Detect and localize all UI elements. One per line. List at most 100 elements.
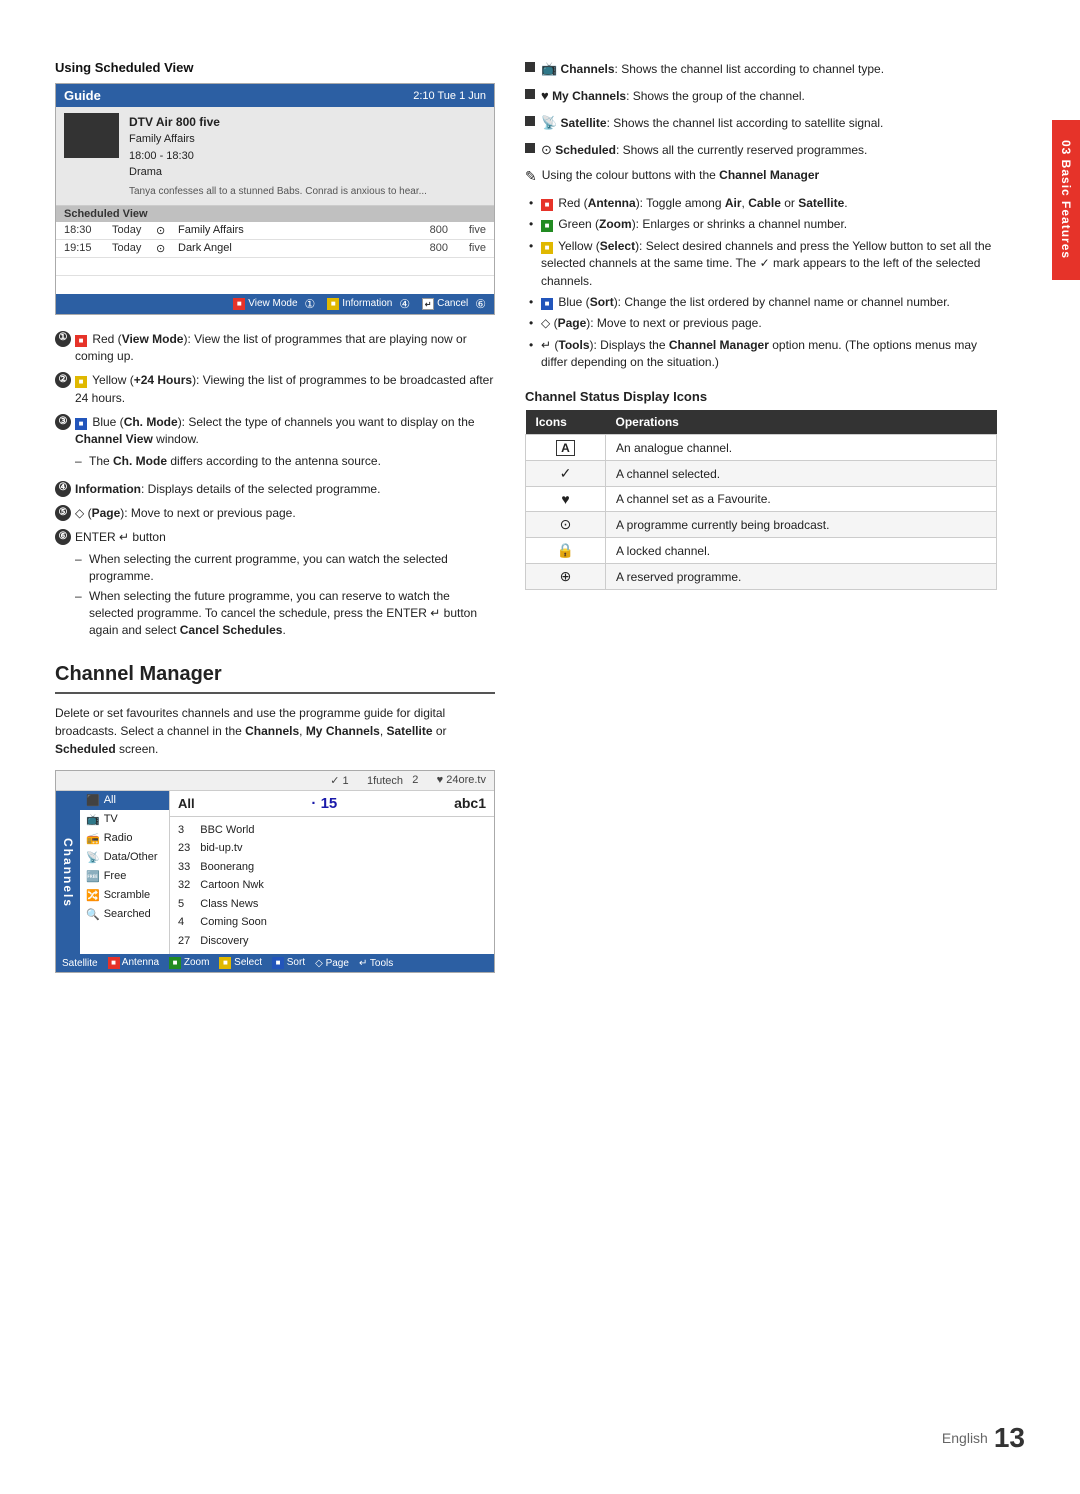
blue-icon-3: ■	[75, 418, 87, 430]
schedule-empty-row-2	[56, 276, 494, 294]
ch-num-3: 3	[178, 821, 190, 840]
scheduled-view-heading: Using Scheduled View	[55, 60, 495, 75]
right-bullet-satellite: 📡 Satellite: Shows the channel list acco…	[525, 114, 997, 133]
status-icon-3: ⊙	[526, 512, 606, 538]
ch-num-33: 33	[178, 858, 190, 877]
sidebar-tab: 03 Basic Features	[1052, 120, 1080, 280]
status-row-0: AAn analogue channel.	[526, 435, 997, 461]
note-line: ✎ Using the colour buttons with the Chan…	[525, 167, 997, 187]
satellite-label: Satellite	[62, 958, 98, 969]
free-label: Free	[104, 870, 127, 882]
searched-icon: 🔍	[86, 908, 100, 921]
prog-channel: DTV Air 800 five	[129, 113, 427, 131]
channels-num-col: 3 23 33 32 5 4 27	[178, 821, 190, 951]
bullet-2-content: ■ Yellow (+24 Hours): Viewing the list o…	[75, 372, 495, 407]
num-6: ⑥	[55, 529, 71, 545]
guide-header: Guide 2:10 Tue 1 Jun	[56, 84, 494, 107]
channels-footer: Satellite ■ Antenna ■ Zoom ■ Select ■ So…	[56, 954, 494, 972]
sidebar-tab-label: 03 Basic Features	[1059, 140, 1073, 259]
guide-footer: ■ View Mode ① ■ Information ④ ↵ Cancel	[56, 294, 494, 314]
green-sq: ■	[541, 220, 553, 232]
sort-btn: ■ Sort	[272, 957, 305, 969]
status-op-0: An analogue channel.	[606, 435, 997, 461]
guide-footer-cancel: ↵ Cancel ⑥	[422, 297, 486, 311]
scramble-icon: 🔀	[86, 889, 100, 902]
bullet-item-2: ② ■ Yellow (+24 Hours): Viewing the list…	[55, 372, 495, 407]
schedule-empty-row	[56, 258, 494, 276]
red-sq: ■	[541, 199, 553, 211]
schedule-row-1: 18:30 Today ⊙ Family Affairs 800 five	[56, 222, 494, 240]
footer-lang: English	[942, 1430, 988, 1446]
status-row-2: ♥A channel set as a Favourite.	[526, 487, 997, 512]
status-op-5: A reserved programme.	[606, 564, 997, 590]
red-square-icon: ■	[233, 298, 245, 310]
bullet-4-content: Information: Displays details of the sel…	[75, 481, 495, 498]
channels-icon: 📺	[541, 61, 557, 76]
ch-name-boo: Boonerang	[200, 858, 267, 877]
channels-body: Channels ⬛ All 📺 TV	[56, 791, 494, 955]
status-table-header-row: Icons Operations	[526, 410, 997, 435]
radio-label: Radio	[104, 832, 133, 844]
ch-num-4: 4	[178, 913, 190, 932]
tv-label: TV	[104, 813, 118, 825]
num-4: ④	[55, 481, 71, 497]
sched-prog-1: Family Affairs	[178, 224, 405, 236]
channels-list-item-searched[interactable]: 🔍 Searched	[80, 905, 169, 924]
num-1-label: ①	[305, 297, 316, 311]
tools-btn: ↵ Tools	[359, 958, 393, 969]
bullet-item-3: ③ ■ Blue (Ch. Mode): Select the type of …	[55, 414, 495, 474]
guide-thumbnail	[64, 113, 119, 158]
channels-list-item-scramble[interactable]: 🔀 Scramble	[80, 886, 169, 905]
guide-footer-info: ■ Information ④	[327, 297, 410, 311]
ch-name-coming: Coming Soon	[200, 913, 267, 932]
prog-desc: Tanya confesses all to a stunned Babs. C…	[129, 184, 427, 199]
status-table-body: AAn analogue channel.✓A channel selected…	[526, 435, 997, 590]
status-row-5: ⊕A reserved programme.	[526, 564, 997, 590]
guide-info-panel: DTV Air 800 five Family Affairs 18:00 - …	[56, 107, 494, 206]
satellite-icon: 📡	[541, 115, 557, 130]
channels-list-item-tv[interactable]: 📺 TV	[80, 810, 169, 829]
right-bullet-scheduled: ⊙ Scheduled: Shows all the currently res…	[525, 141, 997, 160]
viewmode-label: View Mode	[248, 298, 297, 309]
channels-selected-name: abc1	[454, 795, 486, 811]
channels-top-all: All	[178, 796, 195, 811]
status-icon-5: ⊕	[526, 564, 606, 590]
status-icon-2: ♥	[526, 487, 606, 512]
white-square-icon: ↵	[422, 298, 434, 310]
ch-name-class: Class News	[200, 895, 267, 914]
prog-genre: Drama	[129, 164, 427, 181]
channels-bullet-text: 📺 Channels: Shows the channel list accor…	[541, 60, 884, 79]
zoom-green-icon: ■	[169, 957, 181, 969]
sched-day-2: Today	[112, 242, 148, 254]
yellow-icon-2: ■	[75, 376, 87, 388]
channels-list-item-free[interactable]: 🆓 Free	[80, 867, 169, 886]
sched-prog-2: Dark Angel	[178, 242, 405, 254]
zoom-btn: ■ Zoom	[169, 957, 209, 969]
channels-content: 3 23 33 32 5 4 27 BBC World	[170, 817, 494, 955]
ch-name-cartoon: Cartoon Nwk	[200, 876, 267, 895]
status-op-4: A locked channel.	[606, 538, 997, 564]
note-icon: ✎	[525, 167, 537, 187]
status-row-3: ⊙A programme currently being broadcast.	[526, 512, 997, 538]
blue-sq: ■	[541, 298, 553, 310]
channels-list-item-radio[interactable]: 📻 Radio	[80, 829, 169, 848]
bullet-3-sublist: The Ch. Mode differs according to the an…	[75, 453, 495, 470]
note-text: Using the colour buttons with the Channe…	[542, 167, 819, 184]
status-op-1: A channel selected.	[606, 461, 997, 487]
num-5: ⑤	[55, 505, 71, 521]
select-btn: ■ Select	[219, 957, 262, 969]
page-btn: ◇ Page	[315, 958, 349, 969]
channels-list-item-all[interactable]: ⬛ All	[80, 791, 169, 810]
channels-list-item-data[interactable]: 📡 Data/Other	[80, 848, 169, 867]
right-sub-bullet-list: ■ Red (Antenna): Toggle among Air, Cable…	[529, 195, 997, 372]
channel-manager-desc: Delete or set favourites channels and us…	[55, 704, 495, 758]
num-3: ③	[55, 414, 71, 430]
status-table-heading: Channel Status Display Icons	[525, 389, 997, 404]
num-4-label: ④	[399, 297, 410, 311]
guide-time: 2:10 Tue 1 Jun	[413, 90, 486, 102]
channels-main-panel: All · 15 abc1 3 23 33 32 5	[170, 791, 494, 955]
bullet-item-1: ① ■ Red (View Mode): View the list of pr…	[55, 331, 495, 366]
guide-scheduled-header: Scheduled View	[56, 206, 494, 222]
channels-name-col: BBC World bid-up.tv Boonerang Cartoon Nw…	[200, 821, 267, 951]
footer-page-num: 13	[994, 1422, 1025, 1454]
